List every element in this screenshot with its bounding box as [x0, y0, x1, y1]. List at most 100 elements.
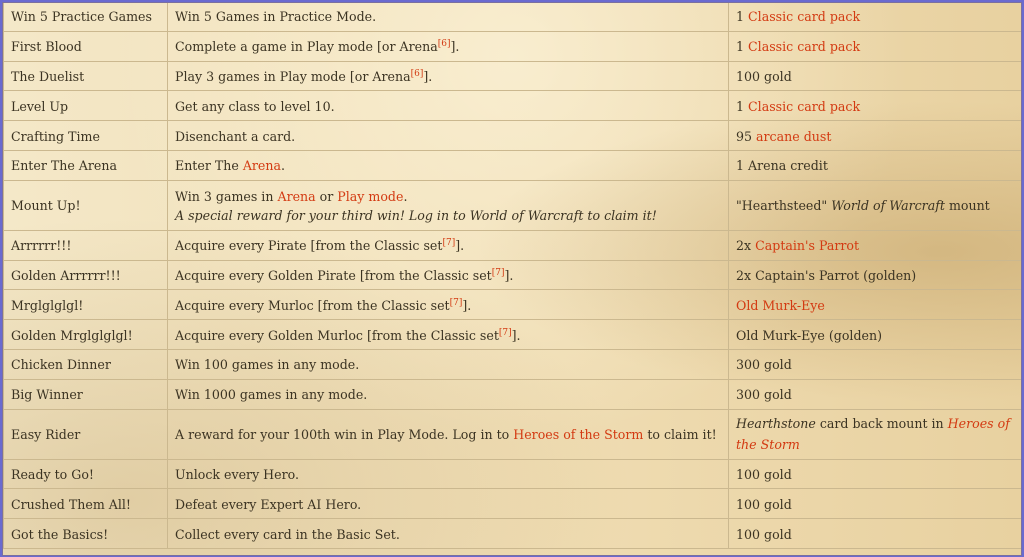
wiki-link[interactable]: Classic card pack [748, 39, 860, 54]
achievement-description: Acquire every Murloc [from the Classic s… [167, 289, 729, 321]
achievement-name: Level Up [3, 90, 168, 122]
wiki-link[interactable]: Old Murk-Eye [736, 298, 825, 313]
achievement-reward: Old Murk-Eye [728, 289, 1021, 321]
achievement-reward: 2x Captain's Parrot [728, 229, 1021, 261]
cell-text: 1 Arena credit [736, 158, 828, 174]
achievement-description: Win 1000 games in any mode. [167, 378, 729, 410]
italic-text: Hearthstone [736, 416, 816, 432]
achievement-description: Get any class to level 10. [167, 90, 729, 122]
cell-text: . [281, 158, 286, 174]
wiki-link[interactable]: Play mode [337, 189, 403, 204]
cell-text: ]. [423, 68, 433, 84]
cell-text: to claim it! [643, 427, 717, 443]
achievement-description: Complete a game in Play mode [or Arena[6… [167, 30, 729, 62]
citation-link[interactable]: [7] [450, 298, 463, 308]
cell-text: 2x Captain's Parrot (golden) [736, 267, 917, 283]
achievement-name: Golden Arrrrrr!!! [3, 259, 168, 291]
table-row: Enter The Arena Enter The Arena. 1 Arena c… [3, 149, 1021, 181]
achievement-reward: 100 gold [728, 458, 1021, 490]
cell-text: mount [944, 197, 990, 213]
table-row: Got the Basics! Collect every card in the… [3, 518, 1021, 549]
table-row: Level Up Get any class to level 10. 1 Clas… [3, 90, 1021, 122]
achievement-reward: 100 gold [728, 488, 1021, 520]
cell-text: A reward for your 100th win in Play Mode… [175, 427, 514, 443]
achievement-description: Win 3 games in Arena or Play mode. A spec… [167, 179, 729, 231]
table-row: Ready to Go! Unlock every Hero. 100 gold [3, 458, 1021, 490]
wiki-link[interactable]: Classic card pack [748, 9, 860, 24]
cell-text: Complete a game in Play mode [or Arena [175, 39, 438, 55]
achievement-reward: Hearthstone card back mount in Heroes of… [728, 408, 1021, 460]
citation-link[interactable]: [7] [492, 268, 505, 278]
achievement-name: Arrrrrr!!! [3, 229, 168, 261]
achievement-reward: 1 Classic card pack [728, 90, 1021, 122]
achievement-description: Win 100 games in any mode. [167, 348, 729, 380]
wiki-link[interactable]: Captain's Parrot [755, 238, 859, 253]
cell-text: 1 [736, 98, 749, 114]
table-row: Easy Rider A reward for your 100th win in… [3, 408, 1021, 460]
achievement-reward: 300 gold [728, 378, 1021, 410]
citation-link[interactable]: [6] [438, 39, 451, 49]
achievement-reward: 100 gold [728, 60, 1021, 92]
cell-text: 2x [736, 238, 756, 254]
italic-text: World of Warcraft [831, 197, 945, 213]
cell-text: 1 [736, 9, 749, 25]
citation-link[interactable]: [6] [411, 69, 424, 79]
table-row: The Duelist Play 3 games in Play mode [or… [3, 60, 1021, 92]
cell-text: Acquire every Golden Murloc [from the Cl… [175, 327, 499, 343]
cell-text: 300 gold [736, 357, 792, 373]
achievement-name: Ready to Go! [3, 458, 168, 490]
table-row: Crushed Them All! Defeat every Expert AI … [3, 488, 1021, 520]
cell-text: Enter The [175, 158, 243, 174]
wiki-link[interactable]: Heroes of the Storm [513, 427, 643, 442]
wiki-link[interactable]: Classic card pack [748, 99, 860, 114]
table-row: First Blood Complete a game in Play mode … [3, 30, 1021, 62]
cell-text: ]. [504, 267, 514, 283]
achievement-reward: 300 gold [728, 348, 1021, 380]
cell-text: 300 gold [736, 387, 792, 403]
achievement-name: First Blood [3, 30, 168, 62]
cell-text: Defeat every Expert AI Hero. [175, 496, 362, 512]
cell-text: card back mount in [815, 416, 948, 432]
achievement-reward: 95 arcane dust [728, 120, 1021, 151]
citation-link[interactable]: [7] [499, 327, 512, 337]
table-row: Crafting Time Disenchant a card. 95 arcane… [3, 120, 1021, 151]
achievements-table-frame: Win 5 Practice Games Win 5 Games in Pract… [2, 2, 1022, 556]
achievement-description: Unlock every Hero. [167, 458, 729, 490]
achievement-name: The Duelist [3, 60, 168, 92]
cell-text: ]. [511, 327, 521, 343]
cell-text: ]. [455, 238, 465, 254]
cell-text: Acquire every Pirate [from the Classic s… [175, 238, 443, 254]
achievement-description: Enter The Arena. [167, 149, 729, 181]
achievement-reward: 1 Arena credit [728, 149, 1021, 181]
achievement-reward: Old Murk-Eye (golden) [728, 319, 1021, 350]
cell-text: or [315, 188, 338, 204]
cell-text: 100 gold [736, 466, 792, 482]
achievement-name: Enter The Arena [3, 149, 168, 181]
wiki-link[interactable]: arcane dust [756, 129, 831, 144]
achievement-reward: "Hearthsteed" World of Warcraft mount [728, 179, 1021, 231]
cell-text: Win 3 games in [175, 188, 278, 204]
cell-text: ]. [462, 297, 472, 313]
citation-link[interactable]: [7] [442, 238, 455, 248]
achievement-name: Chicken Dinner [3, 348, 168, 380]
wiki-link[interactable]: Arena [243, 158, 281, 173]
cell-text: 100 gold [736, 68, 792, 84]
cell-text: ]. [450, 39, 460, 55]
achievement-name: Crafting Time [3, 120, 168, 151]
cell-text: 1 [736, 39, 749, 55]
table-row: Win 5 Practice Games Win 5 Games in Pract… [3, 3, 1021, 32]
achievements-table-body: Win 5 Practice Games Win 5 Games in Pract… [3, 3, 1021, 549]
achievement-reward: 100 gold [728, 518, 1021, 549]
cell-text: Unlock every Hero. [175, 466, 300, 482]
achievement-reward: 2x Captain's Parrot (golden) [728, 259, 1021, 291]
achievement-description: Acquire every Golden Pirate [from the Cl… [167, 259, 729, 291]
table-row: Chicken Dinner Win 100 games in any mode.… [3, 348, 1021, 380]
cell-text: 100 gold [736, 496, 792, 512]
wiki-link[interactable]: Arena [277, 189, 315, 204]
achievement-name: Crushed Them All! [3, 488, 168, 520]
cell-text: Old Murk-Eye (golden) [736, 327, 882, 343]
table-row: Arrrrrr!!! Acquire every Pirate [from the… [3, 229, 1021, 261]
table-row: Golden Arrrrrr!!! Acquire every Golden Pi… [3, 259, 1021, 291]
cell-text: 100 gold [736, 526, 792, 542]
achievement-name: Mount Up! [3, 179, 168, 231]
